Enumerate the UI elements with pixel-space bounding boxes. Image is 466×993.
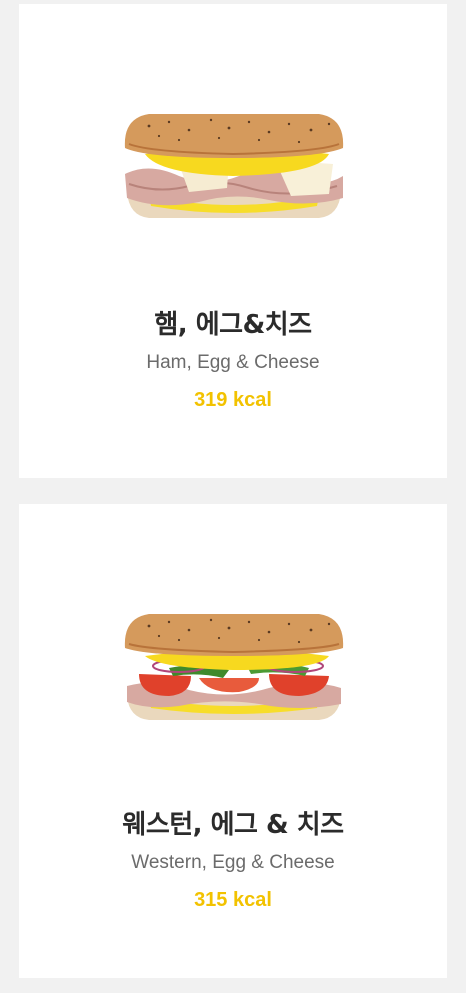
menu-list: 햄, 에그&치즈 Ham, Egg & Cheese 319 kcal 웨스턴,…: [0, 0, 466, 993]
menu-name-korean: 햄, 에그&치즈: [154, 310, 312, 340]
western-egg-cheese-sandwich-image: [124, 614, 344, 720]
menu-name-korean: 웨스턴, 에그 & 치즈: [122, 810, 344, 840]
menu-name-english: Ham, Egg & Cheese: [146, 352, 320, 373]
ham-egg-cheese-sandwich-image: [124, 114, 344, 218]
menu-card-western-egg-cheese[interactable]: 웨스턴, 에그 & 치즈 Western, Egg & Cheese 315 k…: [19, 504, 447, 978]
menu-calories: 319 kcal: [194, 389, 272, 411]
menu-calories: 315 kcal: [194, 889, 272, 911]
sandwich-image[interactable]: [19, 104, 447, 234]
menu-name-english: Western, Egg & Cheese: [131, 852, 335, 873]
sandwich-image[interactable]: [19, 604, 447, 734]
menu-card-ham-egg-cheese[interactable]: 햄, 에그&치즈 Ham, Egg & Cheese 319 kcal: [19, 4, 447, 478]
